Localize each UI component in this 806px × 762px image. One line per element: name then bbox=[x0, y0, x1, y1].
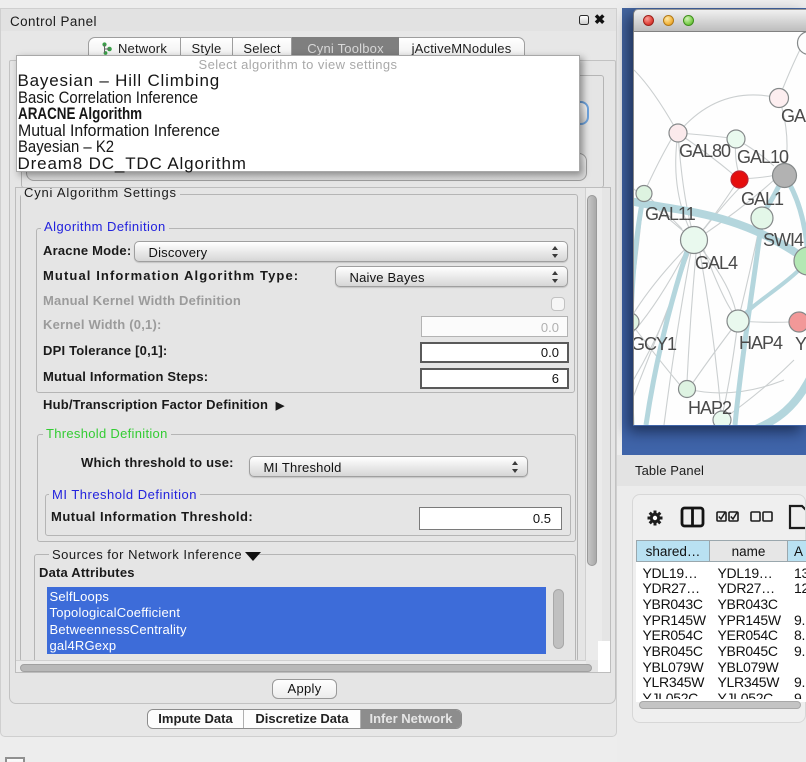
svg-text:HAP2: HAP2 bbox=[688, 398, 732, 418]
svg-text:HAP4: HAP4 bbox=[739, 333, 783, 353]
svg-text:YJ: YJ bbox=[795, 334, 806, 354]
svg-text:GAL1: GAL1 bbox=[741, 189, 784, 209]
svg-text:GAL4: GAL4 bbox=[695, 253, 738, 273]
svg-text:GAL10: GAL10 bbox=[737, 147, 789, 167]
svg-text:GAL80: GAL80 bbox=[679, 141, 731, 161]
svg-text:GAL7: GAL7 bbox=[781, 106, 806, 126]
svg-text:GCY1: GCY1 bbox=[634, 334, 677, 354]
svg-text:GAL11: GAL11 bbox=[645, 204, 696, 224]
svg-text:SWI4: SWI4 bbox=[763, 230, 804, 250]
